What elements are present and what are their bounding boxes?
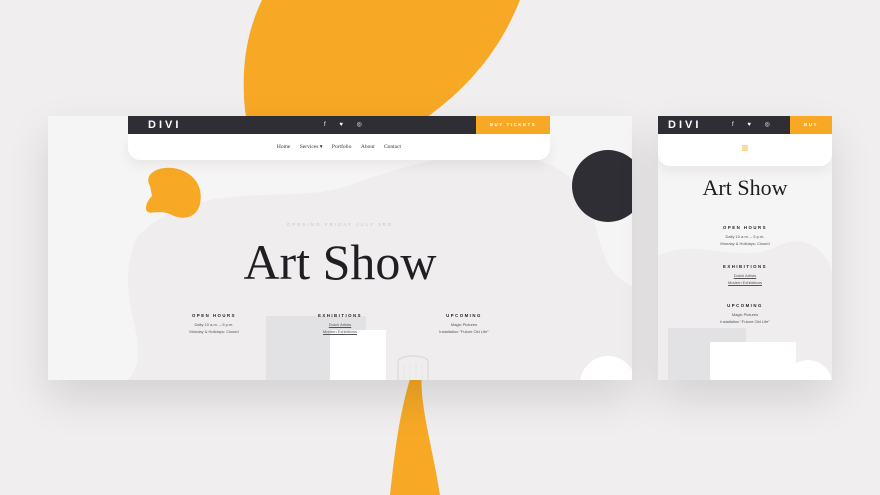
nav-item-home[interactable]: Home — [277, 144, 290, 150]
logo[interactable]: DIVI — [148, 116, 181, 134]
nav-links: Home Services ▾ Portfolio About Contact — [128, 144, 550, 150]
desktop-preview: DIVI f ♥ ◎ BUY TICKETS Home Services ▾ P… — [48, 116, 632, 380]
chevron-down-icon: ▾ — [319, 144, 323, 150]
page-title: Art Show — [243, 234, 437, 290]
info-column: EXHIBITIONS Dutch Artists Modern Exhibit… — [695, 263, 795, 286]
column-heading: OPEN HOURS — [723, 225, 767, 230]
info-column: OPEN HOURS Daily 10 a.m. – 5 p.m. Monday… — [168, 312, 260, 335]
exhibition-link[interactable]: Modern Exhibitions — [695, 279, 795, 286]
info-column: UPCOMING Magic Pictures Installation "Fu… — [695, 302, 795, 325]
chair-icon — [397, 355, 429, 380]
column-line: Daily 10 a.m. – 5 p.m. — [194, 322, 234, 327]
nav-item-services[interactable]: Services ▾ — [300, 144, 323, 150]
column-heading: UPCOMING — [727, 303, 763, 308]
nav-item-contact[interactable]: Contact — [384, 144, 401, 150]
column-line: Magic Pictures — [731, 312, 759, 317]
page-title: Art Show — [702, 175, 788, 200]
info-column: UPCOMING Magic Pictures Installation "Fu… — [418, 312, 510, 335]
nav-item-about[interactable]: About — [361, 144, 375, 150]
social-icons[interactable]: f ♥ ◎ — [324, 116, 368, 134]
column-line: Daily 10 a.m. – 5 p.m. — [725, 234, 765, 239]
column-heading: UPCOMING — [446, 313, 482, 318]
exhibition-link[interactable]: Modern Exhibitions — [294, 328, 386, 335]
column-line: Magic Pictures — [450, 322, 478, 327]
opening-date: OPENING FRIDAY JULY 3RD — [286, 222, 394, 227]
column-line: Monday & Holidays: Closed — [720, 241, 770, 246]
column-heading: EXHIBITIONS — [318, 313, 362, 318]
gallery-panel-front — [710, 342, 796, 380]
main-nav: ≡ — [658, 134, 832, 166]
hamburger-icon[interactable]: ≡ — [658, 142, 832, 154]
column-heading: EXHIBITIONS — [723, 264, 767, 269]
info-column: EXHIBITIONS Dutch Artists Modern Exhibit… — [294, 312, 386, 335]
buy-tickets-button[interactable]: BUY TICKETS — [476, 116, 550, 134]
gallery-panel-front — [330, 330, 386, 380]
mobile-preview: DIVI f ♥ ◎ BUY TICKETS ≡ Art Show OPEN H… — [658, 116, 832, 380]
exhibition-link[interactable]: Dutch Artists — [294, 321, 386, 328]
nav-item-services-label: Services — [299, 144, 319, 150]
column-heading: OPEN HOURS — [192, 313, 236, 318]
column-line: Installation "Future Old Life" — [720, 319, 770, 324]
info-column: OPEN HOURS Daily 10 a.m. – 5 p.m. Monday… — [695, 224, 795, 247]
logo[interactable]: DIVI — [668, 116, 701, 134]
main-nav: Home Services ▾ Portfolio About Contact — [128, 134, 550, 160]
social-icons[interactable]: f ♥ ◎ — [732, 116, 776, 134]
column-line: Installation "Future Old Life" — [439, 329, 489, 334]
buy-tickets-button[interactable]: BUY TICKETS — [790, 116, 832, 145]
exhibition-link[interactable]: Dutch Artists — [695, 272, 795, 279]
orange-blob-shape — [145, 167, 201, 218]
nav-item-portfolio[interactable]: Portfolio — [332, 144, 352, 150]
column-line: Monday & Holidays: Closed — [189, 329, 239, 334]
